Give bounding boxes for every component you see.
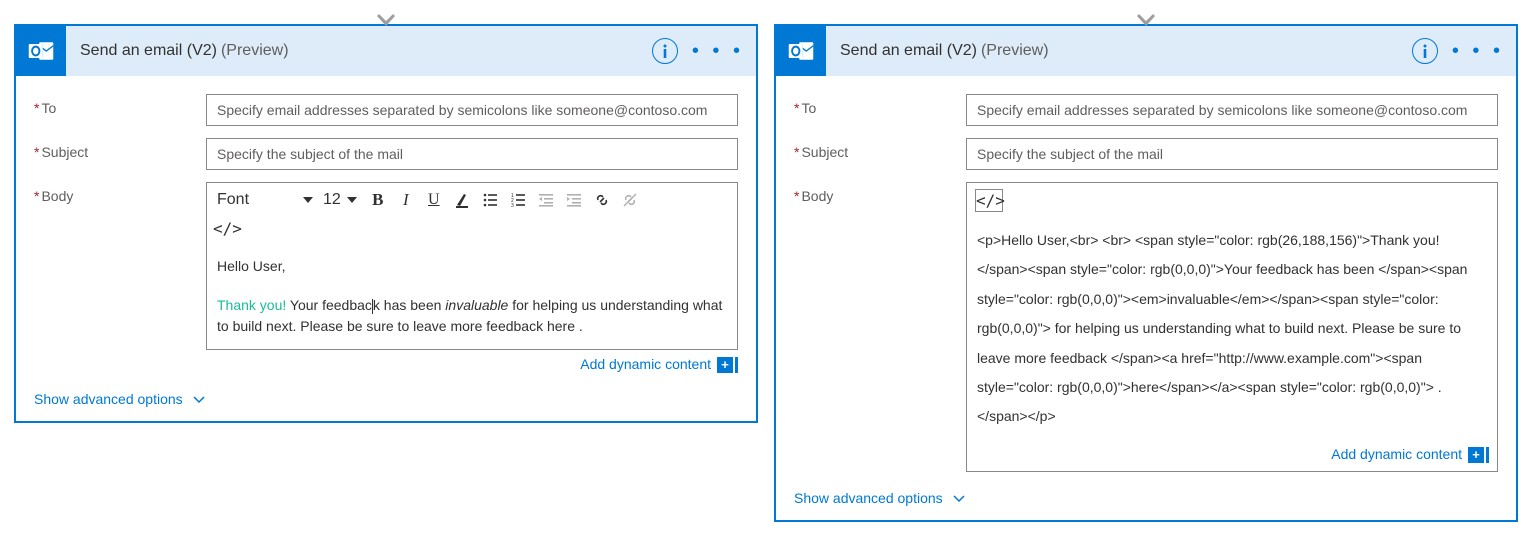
- action-card-left: Send an email (V2) (Preview) • • • *To *…: [14, 24, 758, 423]
- svg-text:3: 3: [511, 203, 514, 208]
- subject-label: *Subject: [794, 138, 966, 170]
- outlook-icon: [16, 26, 66, 76]
- body-label: *Body: [34, 182, 206, 373]
- card-header[interactable]: Send an email (V2) (Preview) • • •: [776, 26, 1516, 76]
- body-line1: Hello User,: [217, 256, 727, 277]
- body-line2: Thank you! Your feedback has been invalu…: [217, 295, 727, 337]
- font-size-select[interactable]: 12: [321, 191, 343, 209]
- bullet-list-button[interactable]: [477, 187, 503, 213]
- font-color-button[interactable]: [449, 187, 475, 213]
- body-label: *Body: [794, 182, 966, 472]
- number-list-button[interactable]: 123: [505, 187, 531, 213]
- card-body: *To *Subject *Body </> <p>Hello User,<: [776, 76, 1516, 490]
- to-input[interactable]: [966, 94, 1498, 126]
- plus-icon: +: [1468, 447, 1484, 463]
- italic-button[interactable]: I: [393, 187, 419, 213]
- card-header[interactable]: Send an email (V2) (Preview) • • •: [16, 26, 756, 76]
- card-body: *To *Subject *Body Font 12 B: [16, 76, 756, 391]
- info-button[interactable]: [652, 38, 678, 64]
- indent-button[interactable]: [561, 187, 587, 213]
- html-code-editor: </> <p>Hello User,<br> <br> <span style=…: [966, 182, 1498, 472]
- font-select[interactable]: Font: [213, 191, 299, 209]
- action-card-right: Send an email (V2) (Preview) • • • *To *…: [774, 24, 1518, 522]
- add-dynamic-content-link[interactable]: Add dynamic content+: [1331, 446, 1489, 462]
- card-title: Send an email (V2): [80, 42, 217, 60]
- add-dynamic-content-link[interactable]: Add dynamic content+: [580, 356, 738, 372]
- more-menu-button[interactable]: • • •: [692, 44, 744, 58]
- bold-button[interactable]: B: [365, 187, 391, 213]
- to-label: *To: [34, 94, 206, 126]
- show-advanced-options-link[interactable]: Show advanced options: [794, 490, 965, 506]
- to-input[interactable]: [206, 94, 738, 126]
- plus-icon: +: [717, 357, 733, 373]
- html-source-content[interactable]: <p>Hello User,<br> <br> <span style="col…: [967, 218, 1497, 442]
- editor-content[interactable]: Hello User, Thank you! Your feedback has…: [207, 244, 737, 349]
- chevron-down-icon[interactable]: [303, 197, 313, 203]
- editor-toolbar: Font 12 B I U: [207, 183, 737, 217]
- chevron-down-icon[interactable]: [347, 197, 357, 203]
- show-advanced-options-link[interactable]: Show advanced options: [34, 391, 205, 407]
- unlink-button[interactable]: [617, 187, 643, 213]
- outdent-button[interactable]: [533, 187, 559, 213]
- subject-input[interactable]: [966, 138, 1498, 170]
- to-label: *To: [794, 94, 966, 126]
- code-view-toggle[interactable]: </>: [213, 219, 239, 238]
- chevron-down-icon: [193, 396, 205, 404]
- more-menu-button[interactable]: • • •: [1452, 44, 1504, 58]
- card-preview-tag: (Preview): [221, 42, 289, 60]
- outlook-icon: [776, 26, 826, 76]
- card-title: Send an email (V2): [840, 42, 977, 60]
- chevron-down-icon: [953, 495, 965, 503]
- underline-button[interactable]: U: [421, 187, 447, 213]
- subject-input[interactable]: [206, 138, 738, 170]
- code-view-toggle[interactable]: </>: [975, 189, 1003, 212]
- card-preview-tag: (Preview): [981, 42, 1049, 60]
- info-button[interactable]: [1412, 38, 1438, 64]
- dynamic-content-row: Add dynamic content+: [206, 350, 738, 373]
- subject-label: *Subject: [34, 138, 206, 170]
- rich-text-editor: Font 12 B I U: [206, 182, 738, 350]
- link-button[interactable]: [589, 187, 615, 213]
